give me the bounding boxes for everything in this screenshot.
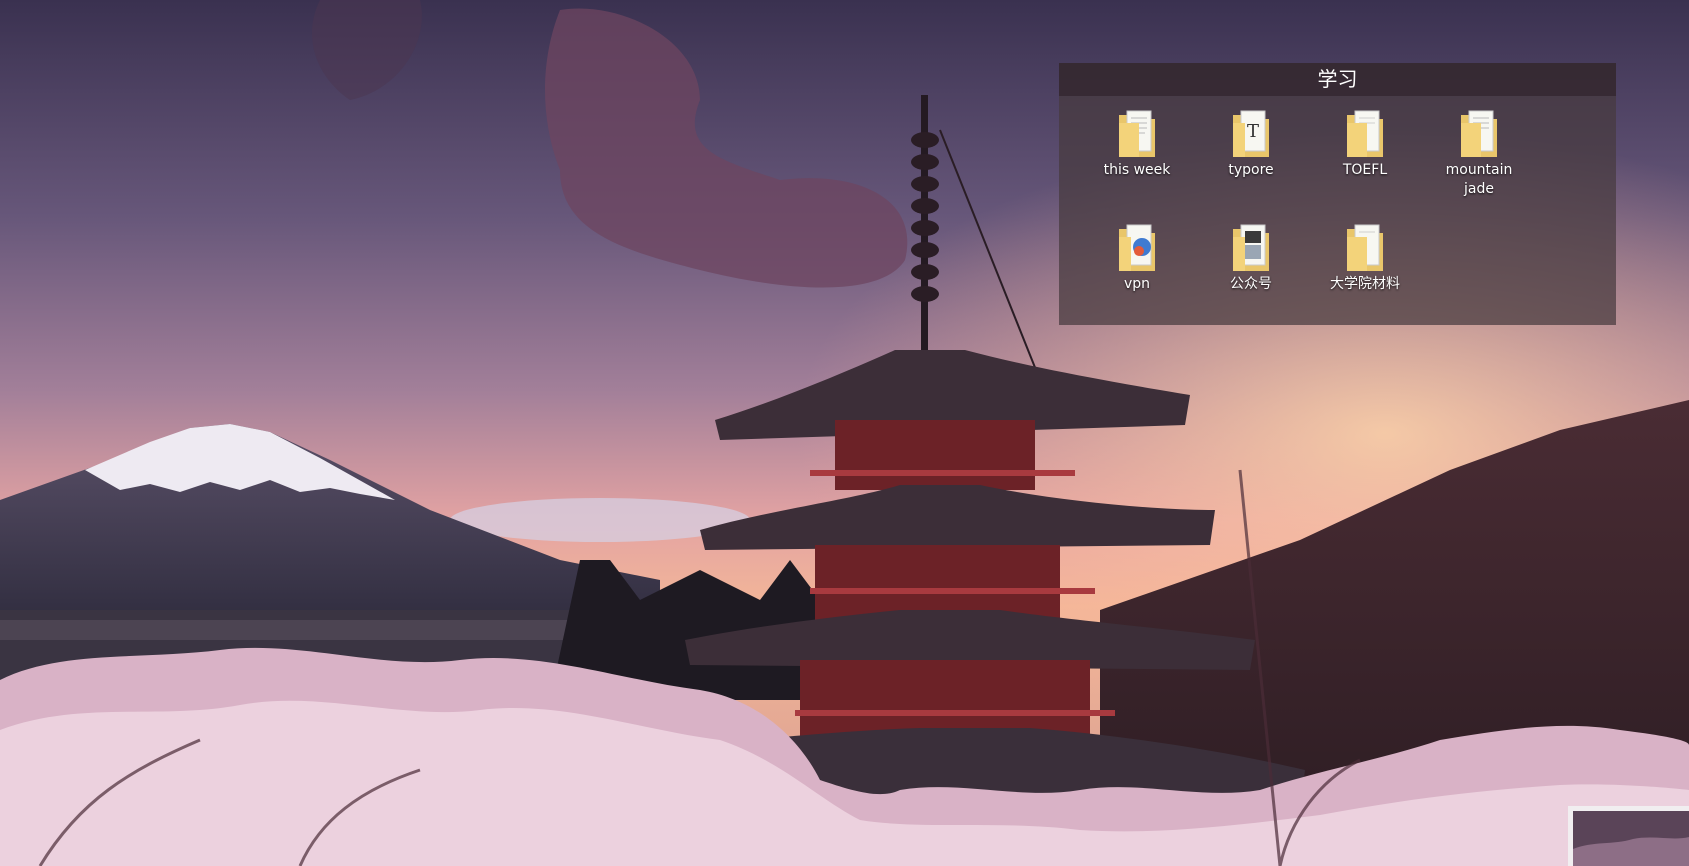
folder-label: TOEFL	[1342, 162, 1388, 178]
folder-documents-icon	[1461, 110, 1497, 157]
fence-title[interactable]: 学习	[1059, 63, 1616, 96]
thumbnail-preview	[1573, 811, 1689, 866]
folder-label: vpn	[1123, 276, 1151, 292]
folder-label: 公众号	[1230, 276, 1272, 292]
folder-toefl[interactable]: TOEFL	[1317, 109, 1413, 180]
folder-typore[interactable]: T typore	[1203, 109, 1299, 180]
folder-documents-icon	[1119, 110, 1155, 157]
folder-label: this week	[1103, 162, 1171, 178]
window-thumbnail[interactable]	[1568, 806, 1689, 866]
folder-typora-icon: T	[1233, 110, 1269, 157]
desktop[interactable]: 学习 this week T typore TOEFL mountain jad…	[0, 0, 1689, 866]
folder-vpn-icon	[1119, 224, 1155, 271]
folder-vpn[interactable]: vpn	[1089, 223, 1185, 294]
folder-label: typore	[1228, 162, 1274, 178]
folder-documents-icon	[1347, 110, 1383, 157]
folder-images-icon	[1233, 224, 1269, 271]
svg-text:T: T	[1247, 121, 1259, 142]
folder-this-week[interactable]: this week	[1089, 109, 1185, 180]
folder-gongzhonghao[interactable]: 公众号	[1203, 223, 1299, 294]
folder-label: mountain jade	[1445, 162, 1513, 197]
folder-documents-icon	[1347, 224, 1383, 271]
wallpaper-thumbnail-icon	[1573, 811, 1689, 866]
folder-mountain-jade[interactable]: mountain jade	[1431, 109, 1527, 199]
folder-graduate-materials[interactable]: 大学院材料	[1317, 223, 1413, 294]
folder-label: 大学院材料	[1330, 276, 1400, 292]
desktop-fence-panel[interactable]: 学习 this week T typore TOEFL mountain jad…	[1059, 63, 1616, 325]
